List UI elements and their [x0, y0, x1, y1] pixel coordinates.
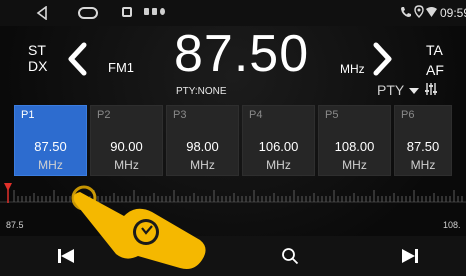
preset-p2[interactable]: P2 90.00 MHz: [90, 105, 163, 176]
scale-min-label: 87.5: [6, 220, 24, 230]
frequency-unit: MHz: [340, 62, 365, 76]
preset-unit: MHz: [410, 158, 436, 172]
clock: 09:59: [440, 6, 466, 20]
next-button[interactable]: [390, 236, 430, 276]
next-icon: [402, 249, 418, 263]
preset-p1[interactable]: P1 87.50 MHz: [14, 105, 87, 176]
preset-frequency: 87.50: [406, 139, 440, 154]
seek-back-icon[interactable]: [66, 42, 88, 76]
frequency-display: 87.50: [174, 25, 310, 83]
back-icon[interactable]: [36, 6, 48, 20]
preset-p6[interactable]: P6 87.50 MHz: [394, 105, 452, 176]
ta-toggle[interactable]: TA: [426, 42, 443, 58]
pty-status: PTY:NONE: [176, 86, 227, 97]
stereo-toggle[interactable]: ST: [28, 42, 46, 58]
notification-icon: [160, 8, 165, 15]
preset-frequency: 98.00: [186, 139, 219, 154]
tuning-needle[interactable]: [4, 183, 12, 203]
status-bar: 09:59: [0, 0, 466, 26]
preset-unit: MHz: [38, 158, 63, 172]
seek-forward-icon[interactable]: [372, 42, 394, 76]
recent-apps-icon[interactable]: [122, 7, 132, 17]
phone-icon: [401, 7, 411, 17]
preset-p3[interactable]: P3 98.00 MHz: [166, 105, 239, 176]
band-name: FM1: [108, 60, 134, 75]
location-icon: [414, 5, 424, 18]
search-icon: [282, 248, 299, 265]
preset-label: P2: [97, 109, 111, 121]
preset-frequency: 87.50: [34, 139, 67, 154]
scale-max-label: 108.: [443, 220, 461, 230]
preset-unit: MHz: [266, 158, 291, 172]
preset-list: P1 87.50 MHz P2 90.00 MHz P3 98.00 MHz P…: [14, 105, 452, 176]
preset-unit: MHz: [190, 158, 215, 172]
pty-dropdown[interactable]: PTY: [377, 82, 404, 98]
chevron-down-icon[interactable]: [409, 88, 419, 94]
radio-screen: ST DX FM1 87.50 MHz TA AF PTY:NONE PTY P…: [0, 25, 466, 276]
home-icon[interactable]: [78, 7, 98, 19]
preset-p4[interactable]: P4 106.00 MHz: [242, 105, 315, 176]
preset-label: P1: [21, 109, 35, 121]
preset-p5[interactable]: P5 108.00 MHz: [318, 105, 391, 176]
preset-frequency: 108.00: [334, 139, 375, 154]
preset-label: P5: [325, 109, 339, 121]
af-toggle[interactable]: AF: [426, 62, 444, 78]
notification-icon: [152, 8, 157, 15]
wifi-icon: [426, 7, 437, 17]
preset-label: P4: [249, 109, 263, 121]
preset-unit: MHz: [114, 158, 139, 172]
equalizer-icon[interactable]: [424, 82, 438, 96]
notification-icon: [144, 8, 149, 15]
preset-frequency: 106.00: [258, 139, 299, 154]
dx-toggle[interactable]: DX: [28, 58, 47, 74]
preset-label: P3: [173, 109, 187, 121]
preset-frequency: 90.00: [110, 139, 143, 154]
preset-label: P6: [401, 109, 415, 121]
preset-unit: MHz: [342, 158, 367, 172]
tap-pointer-hand-icon: [71, 185, 206, 269]
search-button[interactable]: [270, 236, 310, 276]
